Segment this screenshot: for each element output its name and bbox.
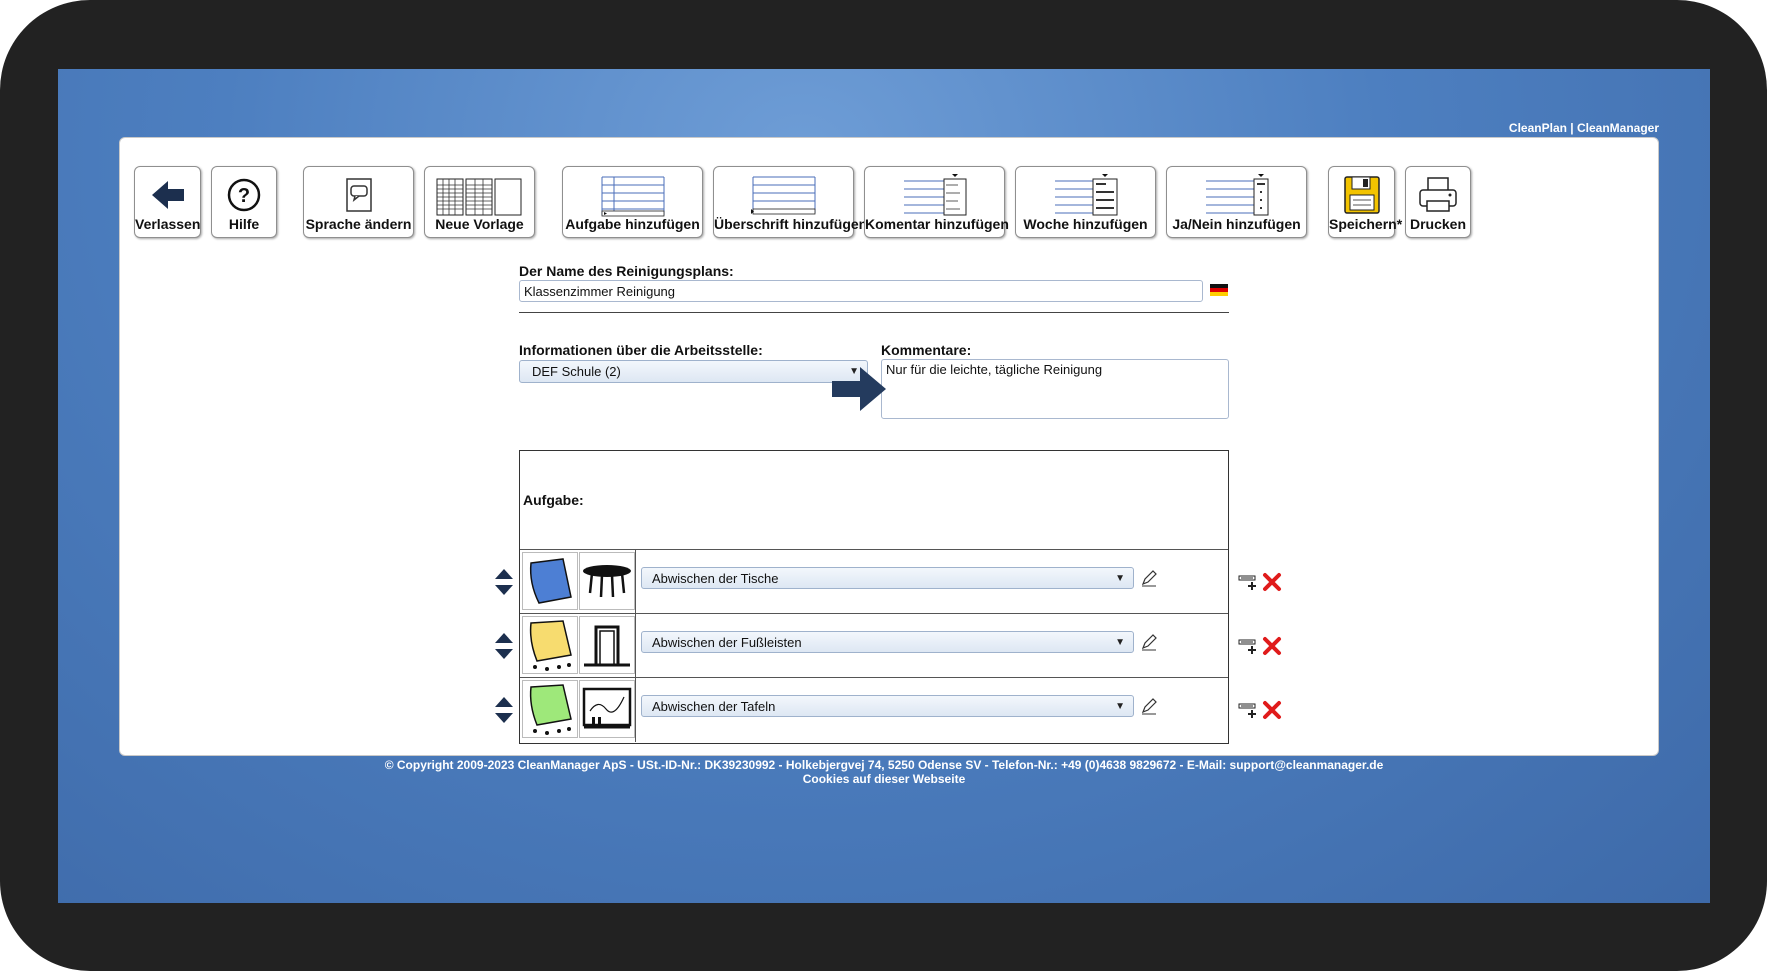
chevron-down-icon: ▼ — [1115, 701, 1125, 712]
pencil-icon[interactable] — [1140, 633, 1158, 651]
row-actions — [1238, 570, 1288, 594]
table-row: Abwischen der Fußleisten ▼ — [520, 613, 1228, 678]
add-week-button[interactable]: Woche hinzufügen — [1015, 166, 1156, 238]
add-heading-label: Überschrift hinzufügen — [714, 216, 868, 232]
pencil-icon[interactable] — [1140, 697, 1158, 715]
add-heading-icon — [750, 176, 815, 215]
delete-icon[interactable] — [1262, 700, 1282, 720]
cookies-link[interactable]: Cookies auf dieser Webseite — [803, 772, 966, 786]
workplace-select-value: DEF Schule (2) — [532, 364, 621, 379]
comments-label: Kommentare: — [881, 342, 972, 358]
add-yesno-label: Ja/Nein hinzufügen — [1172, 216, 1301, 232]
table-icon — [583, 565, 631, 598]
add-comment-icon — [903, 174, 966, 216]
speech-bubble-icon — [345, 178, 372, 212]
save-button[interactable]: Speichern* — [1328, 166, 1403, 238]
cloth-cell — [522, 616, 578, 674]
reorder-arrows-icon[interactable] — [493, 695, 515, 725]
add-heading-button[interactable]: Überschrift hinzufügen — [713, 166, 868, 238]
chevron-down-icon: ▼ — [1115, 637, 1125, 648]
app-screen: CleanPlan | CleanManager Verlassen ? Hil… — [58, 69, 1710, 903]
help-button[interactable]: ? Hilfe — [211, 166, 277, 238]
row-actions — [1238, 634, 1288, 658]
chevron-down-icon: ▼ — [1115, 573, 1125, 584]
add-comment-label: Komentar hinzufügen — [865, 216, 1009, 232]
comments-textarea[interactable]: Nur für die leichte, tägliche Reinigung — [881, 359, 1229, 419]
new-template-label: Neue Vorlage — [435, 216, 524, 232]
add-task-icon — [601, 176, 664, 217]
divider — [519, 312, 1229, 313]
plan-name-input[interactable] — [519, 280, 1203, 302]
row-actions — [1238, 698, 1288, 722]
exit-button[interactable]: Verlassen — [134, 166, 201, 238]
table-row: Abwischen der Tafeln ▼ — [520, 677, 1228, 742]
language-button[interactable]: Sprache ändern — [303, 166, 414, 238]
cloth-cell — [522, 552, 578, 610]
task-table: Aufgabe: Abwischen der Tische ▼ Abwische… — [519, 450, 1229, 744]
row-divider — [635, 614, 636, 678]
task-select-value: Abwischen der Tische — [652, 571, 779, 586]
wet-cloth-icon — [529, 684, 572, 735]
add-yesno-button[interactable]: Ja/Nein hinzufügen — [1166, 166, 1307, 238]
cloth-icon — [529, 558, 572, 604]
door-frame-icon — [584, 625, 630, 667]
german-flag-icon[interactable] — [1210, 284, 1228, 296]
add-row-icon[interactable] — [1238, 634, 1260, 656]
add-task-label: Aufgabe hinzufügen — [565, 216, 700, 232]
editor-panel: Verlassen ? Hilfe Sprache ändern Neue Vo… — [119, 137, 1659, 756]
object-cell — [579, 616, 635, 674]
workplace-label: Informationen über die Arbeitsstelle: — [519, 342, 763, 358]
floppy-disk-icon — [1343, 176, 1380, 214]
task-select-value: Abwischen der Fußleisten — [652, 635, 802, 650]
print-label: Drucken — [1409, 216, 1467, 232]
add-task-button[interactable]: Aufgabe hinzufügen — [562, 166, 703, 238]
add-comment-button[interactable]: Komentar hinzufügen — [864, 166, 1009, 238]
wet-cloth-icon — [529, 620, 572, 671]
delete-icon[interactable] — [1262, 636, 1282, 656]
reorder-arrows-icon[interactable] — [493, 631, 515, 661]
printer-icon — [1419, 177, 1457, 212]
add-week-label: Woche hinzufügen — [1023, 216, 1148, 232]
add-row-icon[interactable] — [1238, 698, 1260, 720]
brand-title: CleanPlan | CleanManager — [1508, 121, 1659, 135]
help-label: Hilfe — [228, 216, 260, 232]
object-cell — [579, 552, 635, 610]
footer-copyright: © Copyright 2009-2023 CleanManager ApS -… — [384, 758, 1384, 772]
object-cell — [579, 680, 635, 738]
save-label: Speichern* — [1329, 216, 1403, 232]
arrow-left-icon — [151, 181, 184, 209]
add-week-icon — [1054, 174, 1117, 216]
task-select[interactable]: Abwischen der Tafeln ▼ — [641, 695, 1134, 717]
add-yesno-icon — [1205, 174, 1268, 216]
print-button[interactable]: Drucken — [1405, 166, 1471, 238]
highlight-arrow-icon — [832, 367, 886, 411]
chalkboard-icon — [582, 687, 632, 729]
workplace-select[interactable]: DEF Schule (2) ▼ — [519, 360, 868, 383]
plan-name-label: Der Name des Reinigungsplans: — [519, 263, 734, 279]
footer: © Copyright 2009-2023 CleanManager ApS -… — [58, 758, 1710, 786]
task-select[interactable]: Abwischen der Tische ▼ — [641, 567, 1134, 589]
svg-text:?: ? — [238, 185, 250, 207]
task-header: Aufgabe: — [523, 492, 584, 508]
exit-label: Verlassen — [135, 216, 201, 232]
help-icon: ? — [227, 178, 261, 212]
delete-icon[interactable] — [1262, 572, 1282, 592]
add-row-icon[interactable] — [1238, 570, 1260, 592]
table-row: Abwischen der Tische ▼ — [520, 549, 1228, 614]
cloth-cell — [522, 680, 578, 738]
templates-icon — [436, 178, 521, 216]
row-divider — [635, 678, 636, 742]
task-select[interactable]: Abwischen der Fußleisten ▼ — [641, 631, 1134, 653]
new-template-button[interactable]: Neue Vorlage — [424, 166, 535, 238]
row-divider — [635, 550, 636, 614]
pencil-icon[interactable] — [1140, 569, 1158, 587]
task-select-value: Abwischen der Tafeln — [652, 699, 776, 714]
device-frame: CleanPlan | CleanManager Verlassen ? Hil… — [0, 0, 1767, 971]
reorder-arrows-icon[interactable] — [493, 567, 515, 597]
language-label: Sprache ändern — [305, 216, 412, 232]
